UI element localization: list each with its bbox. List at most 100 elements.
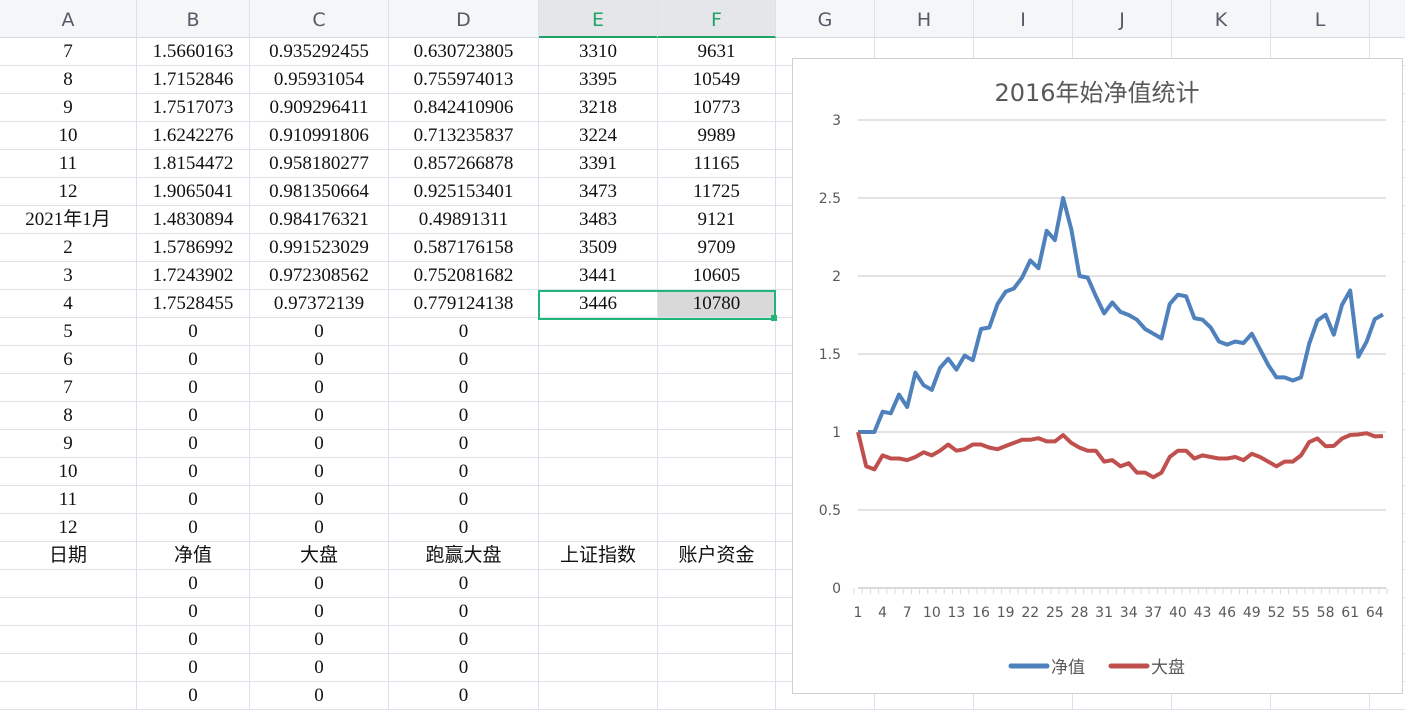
cell-E2[interactable]: 3395 [539, 66, 658, 94]
cell-C21[interactable]: 0 [250, 598, 389, 626]
cell-F18[interactable] [658, 514, 776, 542]
cell-F1[interactable]: 9631 [658, 38, 776, 66]
cell-B13[interactable]: 0 [137, 374, 250, 402]
cell-D4[interactable]: 0.713235837 [389, 122, 539, 150]
cell-F8[interactable]: 9709 [658, 234, 776, 262]
cell-E8[interactable]: 3509 [539, 234, 658, 262]
cell-A16[interactable]: 10 [0, 458, 137, 486]
cell-C24[interactable]: 0 [250, 682, 389, 710]
cell-C23[interactable]: 0 [250, 654, 389, 682]
cell-A17[interactable]: 11 [0, 486, 137, 514]
cell-F24[interactable] [658, 682, 776, 710]
column-header-E[interactable]: E [539, 0, 658, 38]
cell-F15[interactable] [658, 430, 776, 458]
cell-F16[interactable] [658, 458, 776, 486]
cell-B21[interactable]: 0 [137, 598, 250, 626]
cell-B19[interactable]: 净值 [137, 542, 250, 570]
column-header-L[interactable]: L [1271, 0, 1370, 38]
cell-E7[interactable]: 3483 [539, 206, 658, 234]
column-header-J[interactable]: J [1073, 0, 1172, 38]
cell-B24[interactable]: 0 [137, 682, 250, 710]
cell-F12[interactable] [658, 346, 776, 374]
cell-D23[interactable]: 0 [389, 654, 539, 682]
column-header-G[interactable]: G [776, 0, 875, 38]
cell-E13[interactable] [539, 374, 658, 402]
cell-A5[interactable]: 11 [0, 150, 137, 178]
cell-E1[interactable]: 3310 [539, 38, 658, 66]
cell-B7[interactable]: 1.4830894 [137, 206, 250, 234]
cell-D1[interactable]: 0.630723805 [389, 38, 539, 66]
cell-D5[interactable]: 0.857266878 [389, 150, 539, 178]
cell-C17[interactable]: 0 [250, 486, 389, 514]
cell-D15[interactable]: 0 [389, 430, 539, 458]
cell-A21[interactable] [0, 598, 137, 626]
cell-D17[interactable]: 0 [389, 486, 539, 514]
cell-C6[interactable]: 0.981350664 [250, 178, 389, 206]
cell-A9[interactable]: 3 [0, 262, 137, 290]
cell-E6[interactable]: 3473 [539, 178, 658, 206]
cell-A15[interactable]: 9 [0, 430, 137, 458]
cell-C16[interactable]: 0 [250, 458, 389, 486]
cell-B16[interactable]: 0 [137, 458, 250, 486]
cell-E17[interactable] [539, 486, 658, 514]
cell-A12[interactable]: 6 [0, 346, 137, 374]
cell-F2[interactable]: 10549 [658, 66, 776, 94]
cell-E11[interactable] [539, 318, 658, 346]
cell-F9[interactable]: 10605 [658, 262, 776, 290]
cell-A19[interactable]: 日期 [0, 542, 137, 570]
cell-B15[interactable]: 0 [137, 430, 250, 458]
cell-B14[interactable]: 0 [137, 402, 250, 430]
cell-D2[interactable]: 0.755974013 [389, 66, 539, 94]
column-header-I[interactable]: I [974, 0, 1073, 38]
cell-B10[interactable]: 1.7528455 [137, 290, 250, 318]
cell-F23[interactable] [658, 654, 776, 682]
cell-B8[interactable]: 1.5786992 [137, 234, 250, 262]
cell-A10[interactable]: 4 [0, 290, 137, 318]
cell-D8[interactable]: 0.587176158 [389, 234, 539, 262]
cell-A14[interactable]: 8 [0, 402, 137, 430]
cell-A6[interactable]: 12 [0, 178, 137, 206]
cell-E9[interactable]: 3441 [539, 262, 658, 290]
cell-D11[interactable]: 0 [389, 318, 539, 346]
cell-B1[interactable]: 1.5660163 [137, 38, 250, 66]
cell-B12[interactable]: 0 [137, 346, 250, 374]
cell-F20[interactable] [658, 570, 776, 598]
cell-C22[interactable]: 0 [250, 626, 389, 654]
cell-F4[interactable]: 9989 [658, 122, 776, 150]
cell-E21[interactable] [539, 598, 658, 626]
cell-B22[interactable]: 0 [137, 626, 250, 654]
cell-D10[interactable]: 0.779124138 [389, 290, 539, 318]
column-header-B[interactable]: B [137, 0, 250, 38]
cell-C4[interactable]: 0.910991806 [250, 122, 389, 150]
cell-E4[interactable]: 3224 [539, 122, 658, 150]
cell-E5[interactable]: 3391 [539, 150, 658, 178]
cell-C9[interactable]: 0.972308562 [250, 262, 389, 290]
cell-E12[interactable] [539, 346, 658, 374]
column-header-C[interactable]: C [250, 0, 389, 38]
column-header-K[interactable]: K [1172, 0, 1271, 38]
cell-D16[interactable]: 0 [389, 458, 539, 486]
cell-A22[interactable] [0, 626, 137, 654]
cell-E14[interactable] [539, 402, 658, 430]
cell-D7[interactable]: 0.49891311 [389, 206, 539, 234]
cell-A4[interactable]: 10 [0, 122, 137, 150]
cell-A11[interactable]: 5 [0, 318, 137, 346]
cell-F13[interactable] [658, 374, 776, 402]
cell-D6[interactable]: 0.925153401 [389, 178, 539, 206]
column-header-D[interactable]: D [389, 0, 539, 38]
cell-B5[interactable]: 1.8154472 [137, 150, 250, 178]
cell-C14[interactable]: 0 [250, 402, 389, 430]
cell-B20[interactable]: 0 [137, 570, 250, 598]
cell-F5[interactable]: 11165 [658, 150, 776, 178]
cell-D12[interactable]: 0 [389, 346, 539, 374]
cell-C13[interactable]: 0 [250, 374, 389, 402]
cell-D14[interactable]: 0 [389, 402, 539, 430]
cell-B11[interactable]: 0 [137, 318, 250, 346]
cell-C10[interactable]: 0.97372139 [250, 290, 389, 318]
cell-B2[interactable]: 1.7152846 [137, 66, 250, 94]
cell-C8[interactable]: 0.991523029 [250, 234, 389, 262]
column-header-M[interactable]: M [1370, 0, 1405, 38]
column-header-H[interactable]: H [875, 0, 974, 38]
cell-B6[interactable]: 1.9065041 [137, 178, 250, 206]
cell-A24[interactable] [0, 682, 137, 710]
